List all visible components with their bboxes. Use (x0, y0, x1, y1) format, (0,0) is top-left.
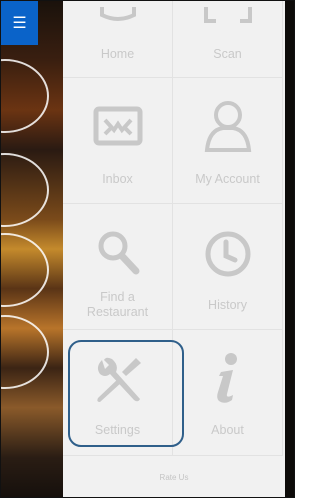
drawer-item-about[interactable]: About (173, 330, 283, 456)
rate-us-link[interactable]: Rate Us (63, 473, 285, 482)
user-icon (204, 101, 251, 152)
scrollbar (285, 1, 294, 497)
scan-icon (203, 7, 252, 23)
drawer-item-label-line2: Restaurant (86, 305, 149, 319)
drawer-item-label-line1: Find a (100, 290, 135, 304)
background-circle-4 (1, 315, 49, 389)
hamburger-menu-icon: ☰ (12, 15, 27, 32)
drawer-item-label: About (211, 423, 244, 437)
drawer-item-find-restaurant[interactable]: Find a Restaurant (63, 204, 173, 330)
drawer-item-scan[interactable]: Scan (173, 1, 283, 78)
drawer-item-inbox[interactable]: Inbox (63, 78, 173, 204)
drawer-item-label: Scan (213, 47, 242, 61)
drawer-item-my-account[interactable]: My Account (173, 78, 283, 204)
menu-button[interactable]: ☰ (1, 1, 38, 45)
search-icon (98, 231, 139, 275)
settings-highlight-outline (68, 340, 184, 447)
home-icon (99, 7, 136, 21)
background-screen (1, 1, 63, 497)
background-circle-2 (1, 153, 49, 227)
background-circle-3 (1, 233, 49, 307)
info-icon (216, 353, 237, 403)
drawer-item-label: History (208, 298, 247, 312)
background-circle-1 (1, 59, 49, 133)
clock-icon (205, 231, 250, 277)
app-window: ☰ Home Scan Inbox My Account Find a Rest… (0, 0, 295, 498)
inbox-icon (93, 106, 142, 146)
drawer-item-label: Inbox (102, 172, 133, 186)
drawer-item-home[interactable]: Home (63, 1, 173, 78)
drawer-item-history[interactable]: History (173, 204, 283, 330)
drawer-item-label: Home (100, 47, 135, 61)
drawer-item-label: My Account (195, 172, 260, 186)
